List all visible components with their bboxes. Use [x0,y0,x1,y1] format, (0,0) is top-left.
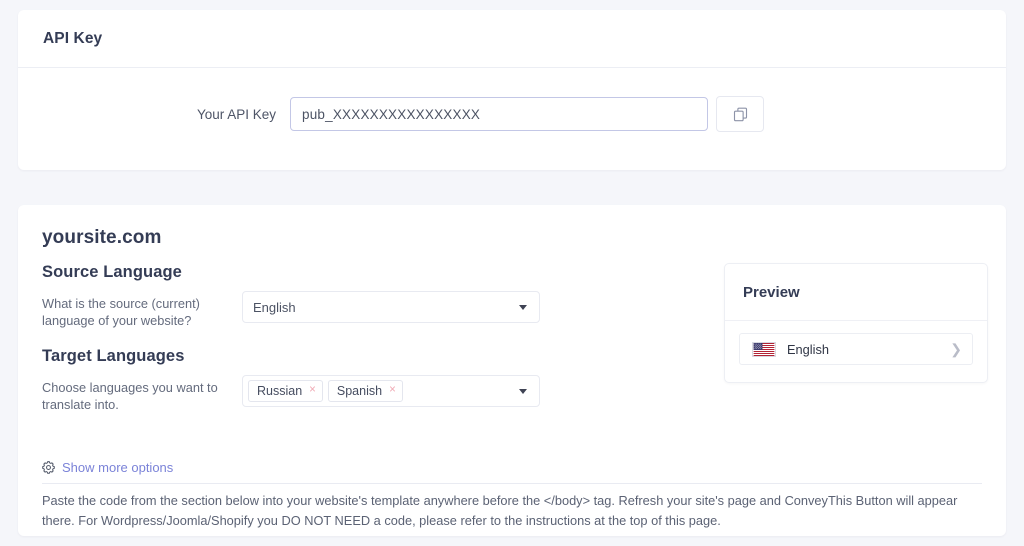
api-key-card: API Key Your API Key [18,10,1006,170]
preview-card-body: English ❯ [725,321,987,377]
page-root: API Key Your API Key yoursite.com Source… [0,0,1024,546]
site-settings-card: yoursite.com Source Language What is the… [18,205,1006,536]
copy-icon [733,107,748,122]
show-more-options-link[interactable]: Show more options [42,460,173,475]
language-tag[interactable]: Russian × [248,380,323,402]
source-language-description: What is the source (current) language of… [42,296,200,328]
api-key-card-header: API Key [18,10,1006,68]
show-more-options-label: Show more options [62,460,174,475]
remove-language-icon[interactable]: × [389,385,396,397]
preview-card-header: Preview [725,264,987,321]
language-tag[interactable]: Spanish × [327,380,403,402]
preview-language-label: English [787,341,829,357]
source-language-select[interactable]: English [242,291,540,323]
chevron-down-icon [519,305,527,310]
api-key-input[interactable] [290,97,708,131]
preview-language-row[interactable]: English ❯ [739,333,973,365]
source-language-value: English [253,299,296,315]
target-languages-select[interactable]: Russian × Spanish × [242,375,540,407]
language-tag-label: Spanish [336,384,383,398]
api-key-label: Your API Key [196,106,276,122]
chevron-right-icon[interactable]: ❯ [950,342,962,356]
target-languages-description: Choose languages you want to translate i… [42,380,218,412]
preview-card: Preview English ❯ [724,263,988,383]
api-key-field-row: Your API Key [18,68,1006,132]
page-title: API Key [43,29,103,47]
copy-api-key-button[interactable] [716,96,764,132]
us-flag-icon [752,341,787,357]
remove-language-icon[interactable]: × [309,385,316,397]
site-domain-title: yoursite.com [42,227,162,248]
footer-divider [42,483,982,484]
site-settings-body: yoursite.com Source Language What is the… [18,205,1006,536]
instructions-text: Paste the code from the section below in… [42,493,958,528]
language-tag-label: Russian [257,384,303,398]
preview-title: Preview [743,283,800,301]
gear-icon [42,461,62,474]
chevron-down-icon [519,389,527,394]
